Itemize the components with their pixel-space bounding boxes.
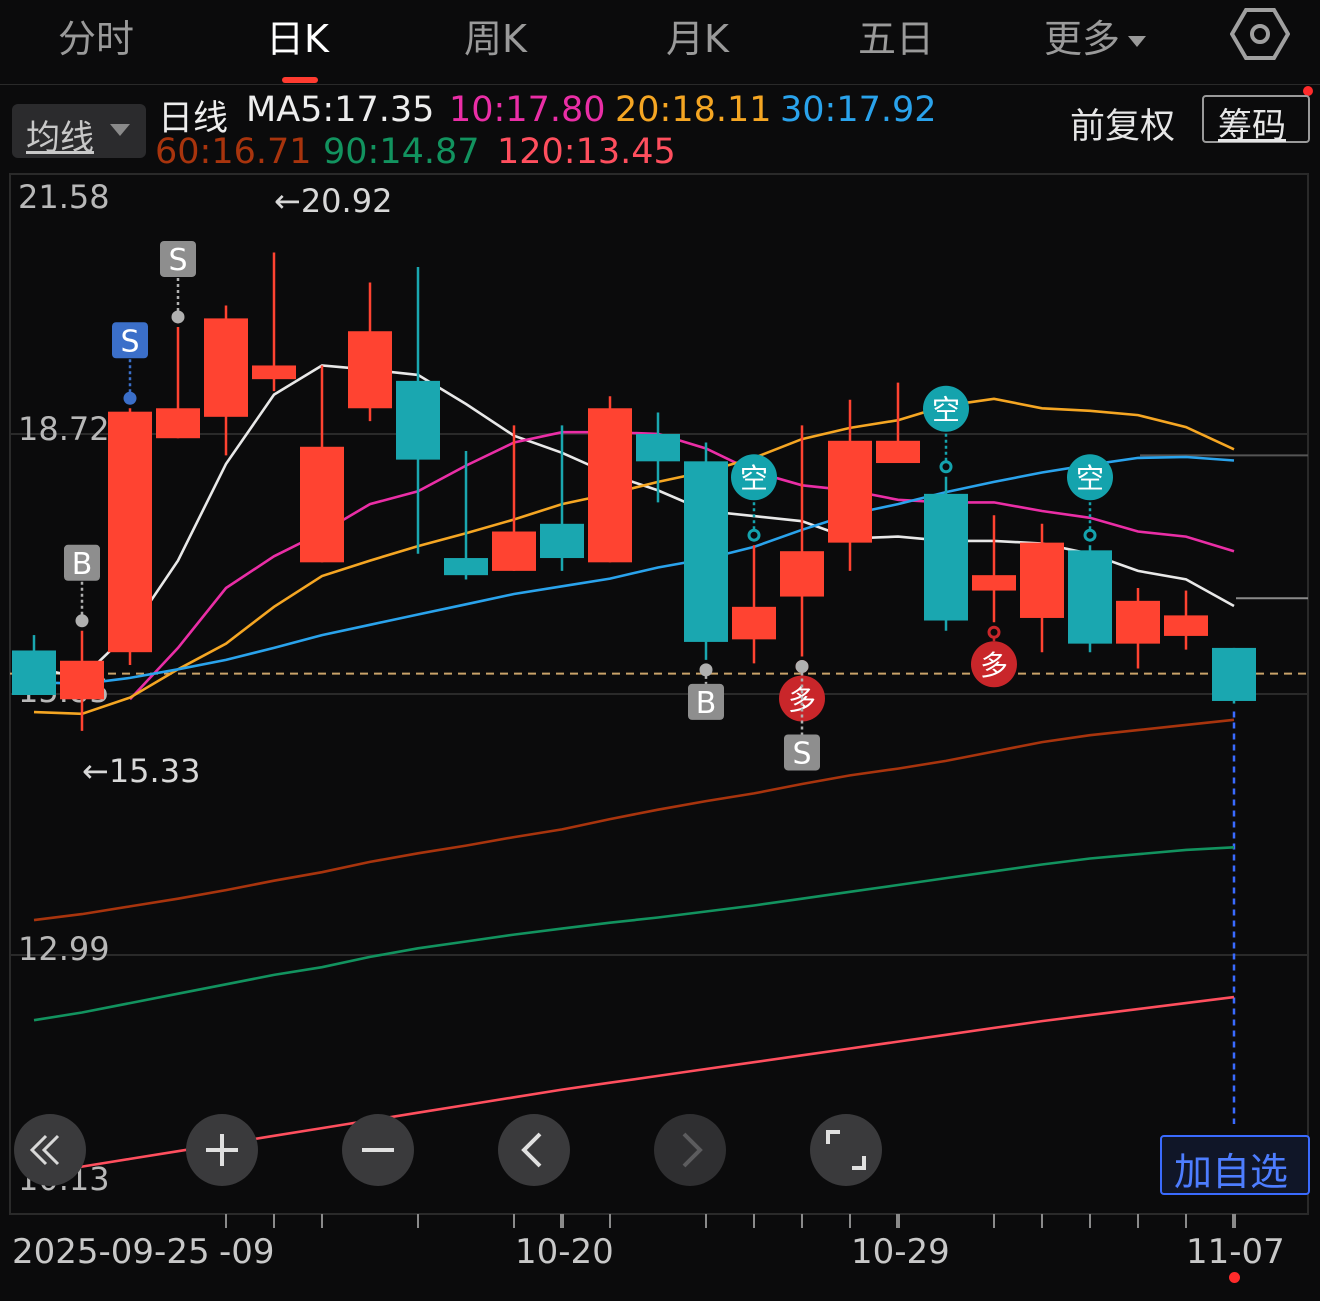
candle-body [1212,647,1256,701]
candle-body [636,433,680,462]
candle-body [732,606,776,640]
signal-label: 多 [980,649,1008,682]
signal-label: S [120,324,139,359]
candle-body [972,575,1016,591]
signal-label: S [792,736,811,771]
candle-body [300,446,344,563]
candle-body [780,551,824,597]
signal-anchor-dot [1083,528,1097,542]
candle-body [1068,550,1112,644]
scroll-left-button[interactable] [498,1114,570,1186]
fullscreen-icon [826,1130,866,1170]
high-price-annotation: ←20.92 [274,182,392,220]
signal-anchor-dot [171,310,185,324]
signal-anchor-dot [123,391,137,405]
signal-anchor-dot [75,614,89,628]
candle-body [588,408,632,563]
chevron-left-icon [521,1132,542,1168]
zoom-out-button[interactable] [342,1114,414,1186]
candle-body [252,365,296,380]
add-to-watchlist-label: 加自选 [1174,1150,1289,1194]
y-tick-label: 12.99 [18,930,110,968]
minus-icon [362,1148,394,1152]
signal-anchor-dot [747,528,761,542]
zoom-in-button[interactable] [186,1114,258,1186]
candle-body [1116,600,1160,644]
y-tick-label: 18.72 [18,410,110,448]
candle-body [1164,615,1208,636]
candle-body [108,411,152,653]
signal-anchor-dot [939,460,953,474]
candle-body [540,523,584,559]
candle-body [828,440,872,543]
candle-body [348,331,392,409]
signal-label: S [168,243,187,278]
candle-body [60,660,104,700]
x-tick-label: 10-20 [515,1232,614,1272]
low-price-annotation: ←15.33 [82,752,200,790]
x-tick-label: 10-29 [851,1232,950,1272]
double-chevron-left-icon [29,1134,60,1166]
chevron-right-icon [682,1132,703,1168]
plus-icon [206,1134,238,1166]
candle-body [684,461,728,642]
fullscreen-button[interactable] [810,1114,882,1186]
scroll-start-button[interactable] [14,1114,86,1186]
x-tick-label: -09 [219,1232,275,1272]
signal-anchor-dot [699,663,713,677]
y-tick-label: 21.58 [18,178,110,216]
ma-line-ma90 [33,846,1235,1022]
add-to-watchlist-button[interactable]: 加自选 [1160,1135,1310,1195]
candle-body [444,558,488,576]
candle-body [156,408,200,439]
kline-chart[interactable]: 21.5818.7215.8512.9910.13←20.92←15.33BSS… [0,0,1320,1301]
candle-body [204,318,248,417]
signal-label: 空 [932,394,960,427]
signal-label: 多 [788,683,816,716]
ma-line-ma60 [33,718,1235,922]
x-tick-label: 2025-09-25 [12,1232,210,1272]
latest-point-dot [1229,1272,1240,1283]
candle-body [396,380,440,460]
signal-anchor-dot [987,625,1001,639]
x-tick-label: 11-07 [1186,1232,1285,1272]
candle-body [876,440,920,464]
signal-label: 空 [740,462,768,495]
candle-body [1020,542,1064,618]
signal-label: B [72,547,93,582]
signal-label: 空 [1076,462,1104,495]
scroll-right-button[interactable] [654,1114,726,1186]
signal-anchor-dot [795,659,809,673]
candle-body [12,650,56,695]
candle-body [492,531,536,571]
candle-body [924,493,968,621]
signal-label: B [696,686,717,721]
